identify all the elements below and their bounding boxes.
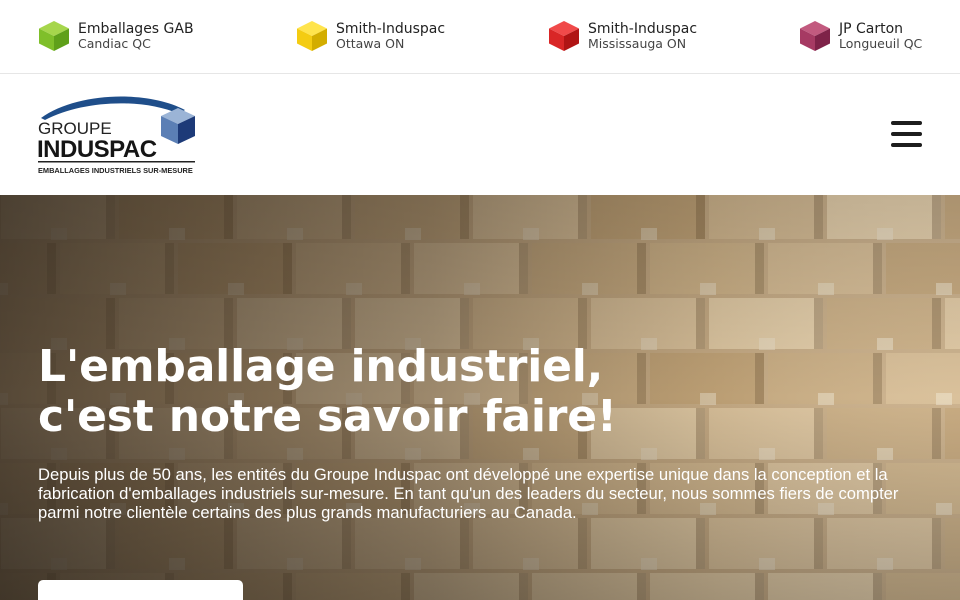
groupe-induspac-logo[interactable]: GROUPE INDUSPAC EMBALLAGES INDUSTRIELS S… bbox=[37, 94, 199, 176]
logo-induspac-text: INDUSPAC bbox=[37, 136, 157, 163]
location-name: JP Carton bbox=[839, 20, 904, 37]
hero-description: Depuis plus de 50 ans, les entités du Gr… bbox=[38, 465, 899, 523]
location-city: Candiac QC bbox=[78, 35, 151, 51]
green-cube-icon bbox=[39, 21, 69, 51]
location-smith-induspac-ottawa[interactable]: Smith-Induspac Ottawa ON bbox=[296, 20, 445, 52]
logo-tagline: EMBALLAGES INDUSTRIELS SUR-MESURE bbox=[38, 166, 193, 175]
hero-cta-button[interactable] bbox=[38, 580, 243, 600]
location-city: Mississauga ON bbox=[588, 35, 687, 51]
yellow-cube-icon bbox=[297, 21, 327, 51]
location-name: Smith-Induspac bbox=[588, 20, 698, 37]
location-jp-carton[interactable]: JP Carton Longueuil QC bbox=[799, 20, 922, 52]
red-cube-icon bbox=[549, 21, 579, 51]
location-smith-induspac-mississauga[interactable]: Smith-Induspac Mississauga ON bbox=[548, 20, 697, 52]
location-city: Longueuil QC bbox=[839, 35, 923, 51]
locations-bar: Emballages GAB Candiac QC Smith-Induspac… bbox=[0, 0, 960, 74]
location-name: Smith-Induspac bbox=[336, 20, 446, 37]
location-emballages-gab[interactable]: Emballages GAB Candiac QC bbox=[38, 20, 194, 52]
location-name: Emballages GAB bbox=[78, 20, 194, 37]
hero-title: L'emballage industriel, c'est notre savo… bbox=[38, 341, 617, 442]
location-city: Ottawa ON bbox=[336, 35, 405, 51]
hamburger-menu-icon[interactable] bbox=[891, 121, 923, 147]
hero-section: L'emballage industriel, c'est notre savo… bbox=[0, 195, 960, 600]
burgundy-cube-icon bbox=[800, 21, 830, 51]
main-header: GROUPE INDUSPAC EMBALLAGES INDUSTRIELS S… bbox=[0, 74, 960, 195]
logo-divider bbox=[38, 161, 195, 163]
